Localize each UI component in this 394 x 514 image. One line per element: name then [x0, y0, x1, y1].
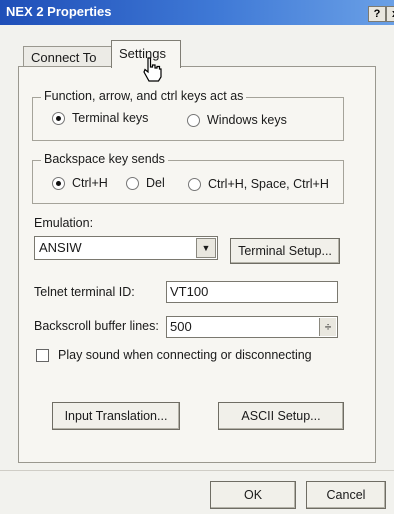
divider: [0, 470, 394, 471]
radio-terminal-keys[interactable]: Terminal keys: [52, 111, 148, 125]
backscroll-label: Backscroll buffer lines:: [34, 319, 159, 333]
radio-label: Ctrl+H, Space, Ctrl+H: [208, 177, 329, 191]
backspace-legend: Backspace key sends: [41, 152, 168, 166]
radio-button[interactable]: [187, 113, 200, 127]
cancel-button[interactable]: Cancel: [306, 481, 386, 509]
radio-label: Ctrl+H: [72, 176, 108, 190]
chevron-down-icon[interactable]: ▼: [196, 238, 216, 258]
radio-del[interactable]: Del: [126, 176, 165, 190]
help-button[interactable]: ?: [368, 6, 386, 22]
backscroll-field[interactable]: 500 ÷: [166, 316, 338, 338]
emulation-select[interactable]: ANSIW ▼: [34, 236, 218, 260]
backscroll-value: 500: [170, 319, 192, 334]
radio-windows-keys[interactable]: Windows keys: [187, 113, 287, 127]
play-sound-label: Play sound when connecting or disconnect…: [58, 348, 312, 362]
radio-button[interactable]: [126, 176, 139, 190]
radio-button[interactable]: [188, 177, 201, 191]
radio-ctrl-h[interactable]: Ctrl+H: [52, 176, 108, 190]
play-sound-checkbox[interactable]: [36, 349, 49, 362]
spinner-icon[interactable]: ÷: [319, 318, 336, 336]
function-keys-legend: Function, arrow, and ctrl keys act as: [41, 89, 247, 103]
terminal-setup-button[interactable]: Terminal Setup...: [230, 238, 340, 264]
title-bar: NEX 2 Properties ? x: [0, 0, 394, 25]
tab-connect-to[interactable]: Connect To: [23, 46, 125, 68]
telnet-id-field[interactable]: VT100: [166, 281, 338, 303]
radio-label: Del: [146, 176, 165, 190]
emulation-label: Emulation:: [34, 216, 94, 230]
radio-label: Windows keys: [207, 113, 287, 127]
window-title: NEX 2 Properties: [6, 4, 112, 19]
telnet-id-value: VT100: [170, 284, 209, 299]
radio-ctrl-h-space[interactable]: Ctrl+H, Space, Ctrl+H: [188, 177, 329, 191]
ascii-setup-button[interactable]: ASCII Setup...: [218, 402, 344, 430]
radio-label: Terminal keys: [72, 111, 149, 125]
hand-cursor-icon: [143, 57, 162, 82]
ok-button[interactable]: OK: [210, 481, 296, 509]
radio-button[interactable]: [52, 111, 65, 125]
telnet-id-label: Telnet terminal ID:: [34, 285, 135, 299]
properties-dialog: NEX 2 Properties ? x Connect To Settings…: [0, 0, 394, 514]
close-button[interactable]: x: [386, 6, 394, 22]
radio-button[interactable]: [52, 176, 65, 190]
input-translation-button[interactable]: Input Translation...: [52, 402, 180, 430]
emulation-value: ANSIW: [39, 240, 82, 255]
